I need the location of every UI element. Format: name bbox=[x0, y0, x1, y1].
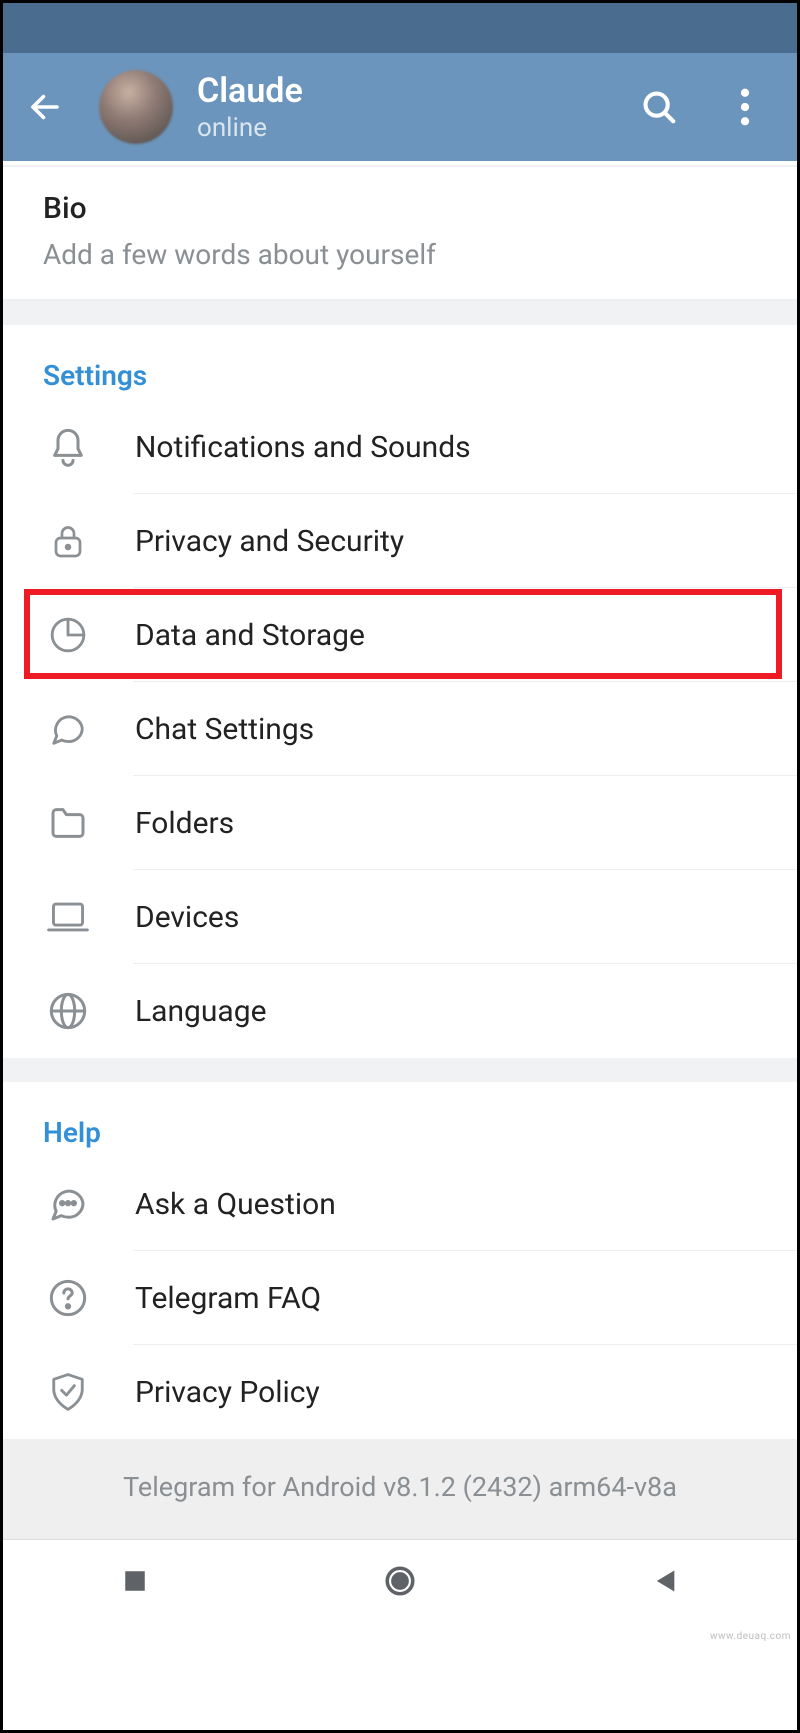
avatar[interactable] bbox=[99, 70, 173, 144]
android-nav-bar bbox=[3, 1539, 797, 1621]
row-folders[interactable]: Folders bbox=[3, 776, 797, 870]
shield-icon bbox=[43, 1371, 93, 1413]
status-bar bbox=[3, 3, 797, 53]
section-gap bbox=[3, 301, 797, 325]
version-text: Telegram for Android v8.1.2 (2432) arm64… bbox=[123, 1471, 677, 1503]
row-label: Data and Storage bbox=[135, 618, 365, 653]
row-label: Folders bbox=[135, 806, 234, 841]
settings-section: Settings Notifications and Sounds Privac… bbox=[3, 325, 797, 1058]
help-section: Help Ask a Question Telegram FAQ Privacy… bbox=[3, 1082, 797, 1439]
bio-title: Bio bbox=[43, 191, 757, 226]
nav-recents[interactable] bbox=[105, 1551, 165, 1611]
ask-icon bbox=[43, 1184, 93, 1224]
row-language[interactable]: Language bbox=[3, 964, 797, 1058]
watermark: www.deuaq.com bbox=[710, 1631, 791, 1642]
bio-card[interactable]: Bio Add a few words about yourself bbox=[3, 165, 797, 301]
row-label: Chat Settings bbox=[135, 712, 314, 747]
chat-icon bbox=[43, 710, 93, 748]
row-chat-settings[interactable]: Chat Settings bbox=[3, 682, 797, 776]
row-faq[interactable]: Telegram FAQ bbox=[3, 1251, 797, 1345]
row-label: Notifications and Sounds bbox=[135, 430, 471, 465]
nav-home[interactable] bbox=[370, 1551, 430, 1611]
app-bar: Claude online bbox=[3, 53, 797, 161]
circle-icon bbox=[383, 1564, 417, 1598]
row-label: Privacy Policy bbox=[135, 1375, 320, 1410]
back-button[interactable] bbox=[21, 83, 69, 131]
row-privacy-policy[interactable]: Privacy Policy bbox=[3, 1345, 797, 1439]
row-privacy[interactable]: Privacy and Security bbox=[3, 494, 797, 588]
contact-name: Claude bbox=[197, 71, 637, 111]
faq-icon bbox=[43, 1278, 93, 1318]
row-notifications[interactable]: Notifications and Sounds bbox=[3, 400, 797, 494]
row-data-storage[interactable]: Data and Storage bbox=[3, 588, 797, 682]
back-arrow-icon bbox=[27, 89, 63, 125]
laptop-icon bbox=[43, 900, 93, 934]
row-ask-question[interactable]: Ask a Question bbox=[3, 1157, 797, 1251]
row-label: Language bbox=[135, 994, 267, 1029]
app-frame: Claude online Bio Add a few words about … bbox=[0, 0, 800, 1733]
title-block: Claude online bbox=[197, 71, 637, 143]
version-footer: Telegram for Android v8.1.2 (2432) arm64… bbox=[3, 1439, 797, 1539]
lock-icon bbox=[43, 521, 93, 561]
search-icon bbox=[640, 88, 678, 126]
row-label: Devices bbox=[135, 900, 239, 935]
triangle-back-icon bbox=[651, 1567, 679, 1595]
appbar-actions bbox=[637, 85, 767, 129]
settings-header: Settings bbox=[3, 325, 797, 400]
help-header: Help bbox=[3, 1082, 797, 1157]
nav-back[interactable] bbox=[635, 1551, 695, 1611]
row-label: Telegram FAQ bbox=[135, 1281, 321, 1316]
square-icon bbox=[122, 1568, 148, 1594]
bell-icon bbox=[43, 427, 93, 467]
globe-icon bbox=[43, 991, 93, 1031]
pie-icon bbox=[43, 616, 93, 654]
folder-icon bbox=[43, 806, 93, 840]
bio-subtitle: Add a few words about yourself bbox=[43, 238, 757, 271]
search-button[interactable] bbox=[637, 85, 681, 129]
section-gap bbox=[3, 1058, 797, 1082]
row-label: Ask a Question bbox=[135, 1187, 336, 1222]
row-label: Privacy and Security bbox=[135, 524, 404, 559]
contact-status: online bbox=[197, 113, 637, 143]
menu-button[interactable] bbox=[723, 85, 767, 129]
more-vert-icon bbox=[740, 88, 750, 126]
row-devices[interactable]: Devices bbox=[3, 870, 797, 964]
